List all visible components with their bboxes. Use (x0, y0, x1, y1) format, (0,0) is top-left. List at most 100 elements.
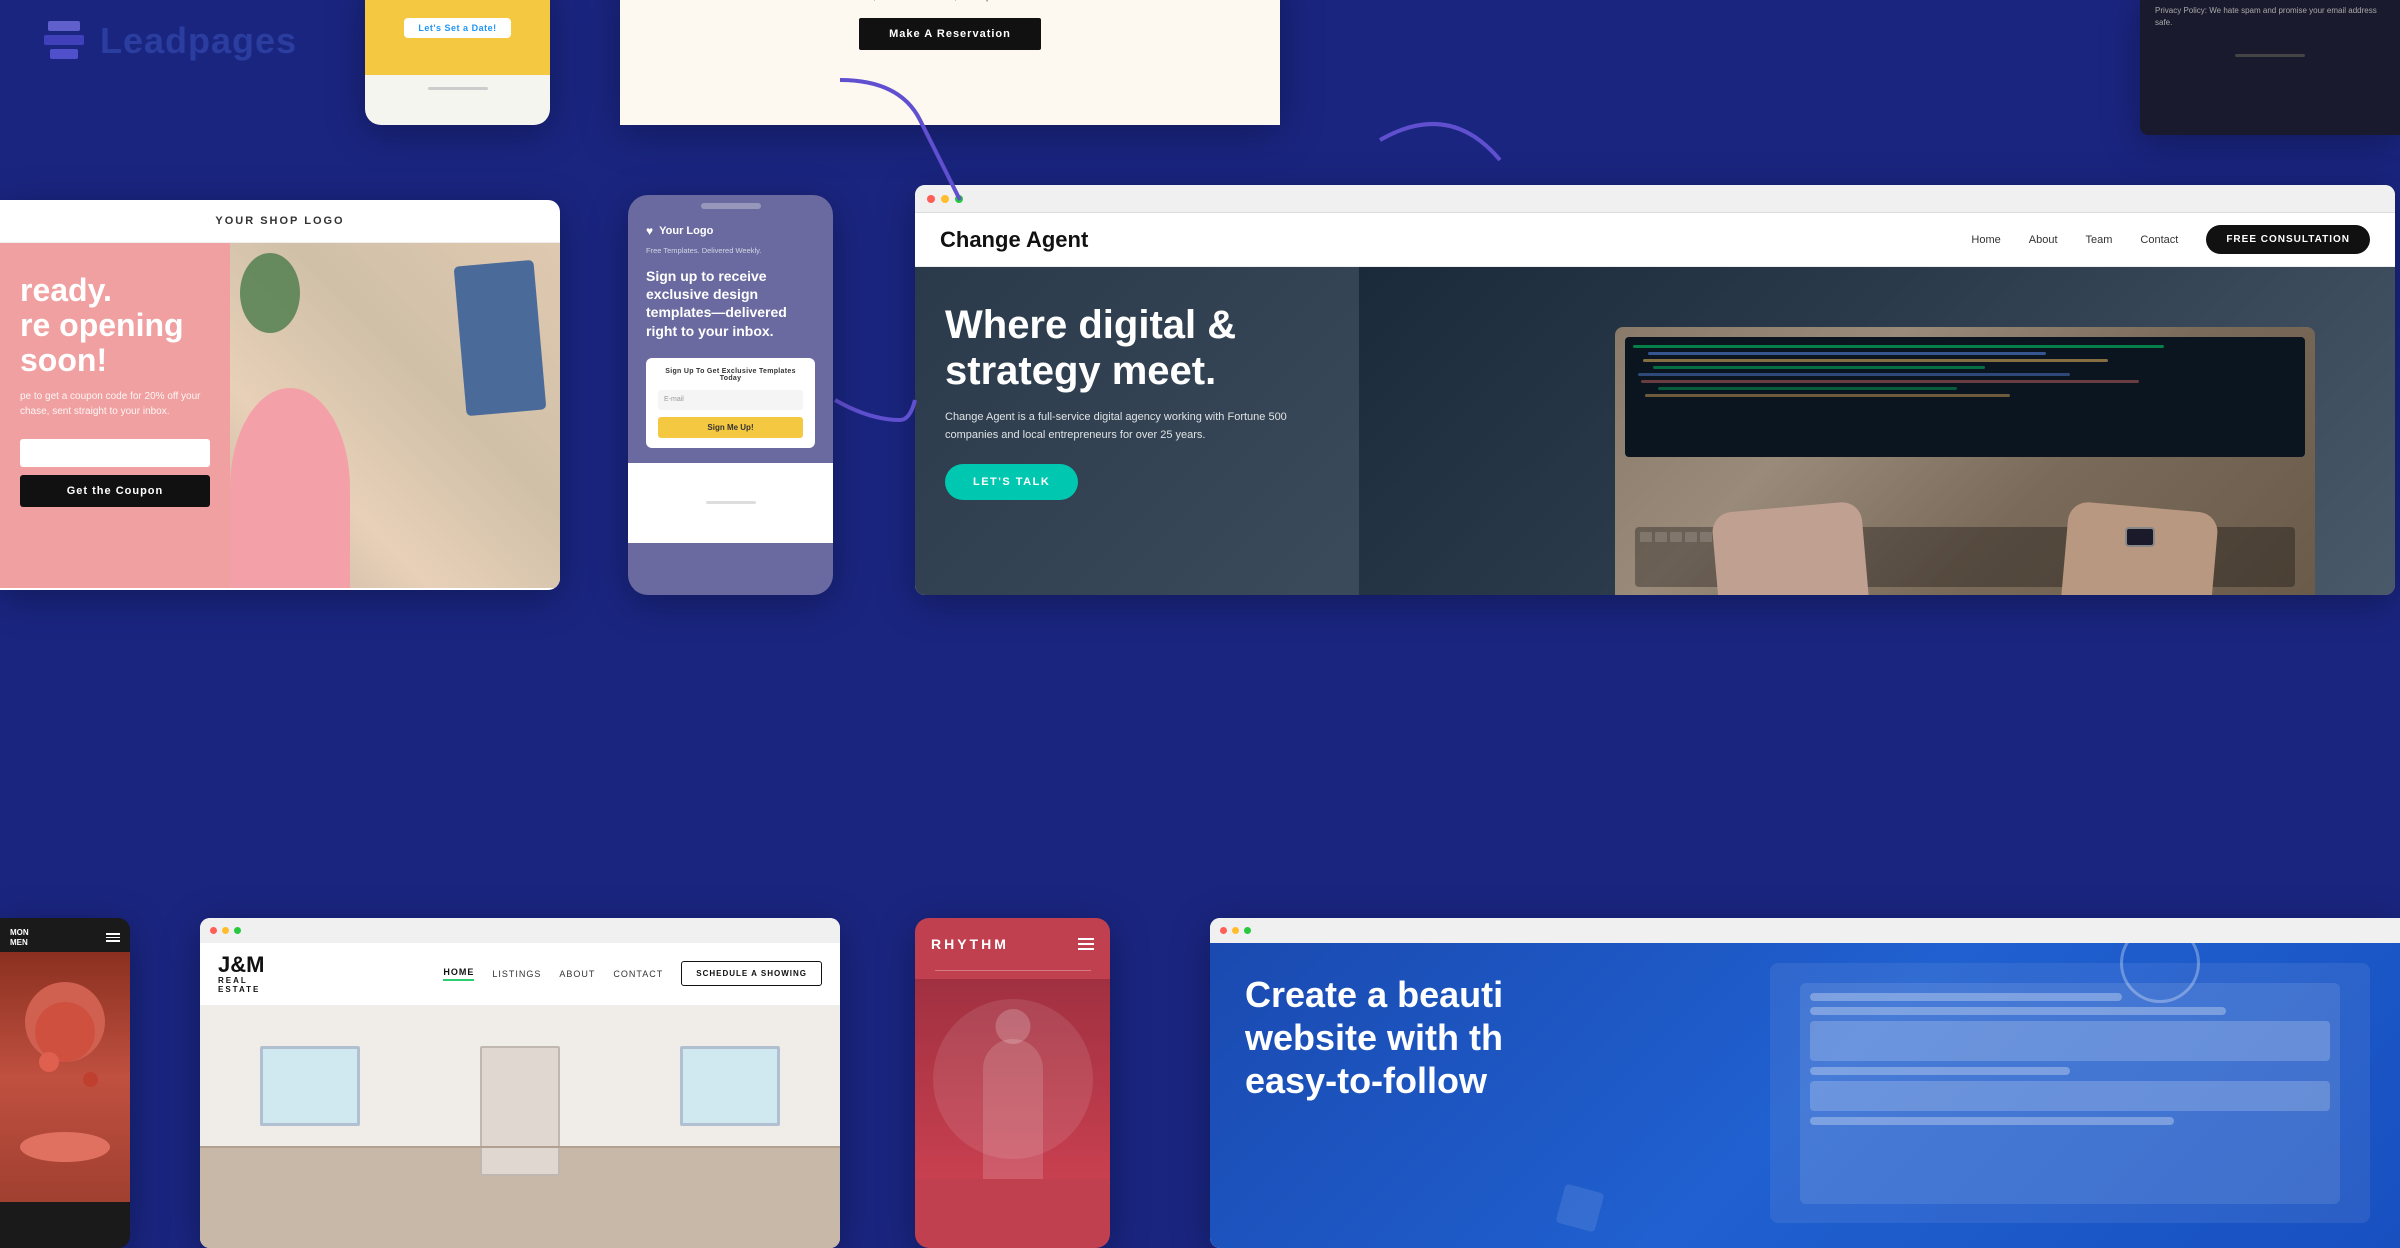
re-nav-home[interactable]: HOME (443, 967, 474, 981)
create-mockup-inner (1800, 983, 2340, 1204)
food-menu-icon[interactable] (106, 933, 120, 942)
shop-card: YOUR SHOP LOGO ready. re opening soon! p… (0, 200, 560, 590)
ca-nav-about[interactable]: About (2029, 234, 2058, 246)
ca-laptop-background (1359, 267, 2395, 595)
ca-consultation-button[interactable]: FREE CONSULTATION (2206, 225, 2370, 254)
ca-lets-talk-button[interactable]: LET'S TALK (945, 464, 1078, 500)
phone-bottom-scroll (706, 501, 756, 504)
reservation-card: 311 JEWELL ROAD, SAINT PAUL, MN | MON - … (620, 0, 1280, 125)
shop-fashion-image (230, 243, 560, 588)
browser-dot-green (955, 195, 963, 203)
create-dot-yellow (1232, 927, 1239, 934)
rhythm-menu-line-3 (1078, 948, 1094, 950)
food-card: MONMEN (0, 918, 130, 1248)
create-browser-bar (1210, 918, 2400, 943)
create-website-card: Create a beauti website with th easy-to-… (1210, 918, 2400, 1248)
create-title-3: easy-to-follow (1245, 1059, 1503, 1102)
get-coupon-button[interactable]: Get the Coupon (20, 475, 210, 507)
re-nav-listings[interactable]: LISTINGS (492, 969, 541, 979)
rhythm-menu-icon[interactable] (1078, 938, 1094, 950)
re-room (200, 1006, 840, 1248)
leadpages-logo-icon (40, 21, 88, 61)
menu-line-3 (106, 940, 120, 942)
mockup-line-4 (1810, 1117, 2174, 1125)
shop-headline: ready. re opening soon! (20, 273, 210, 379)
rhythm-card: RHYTHM (915, 918, 1110, 1248)
ca-nav-links: Home About Team Contact FREE CONSULTATIO… (1971, 225, 2370, 254)
shop-email-input[interactable] (20, 439, 210, 467)
re-dot-red (210, 927, 217, 934)
browser-dot-yellow (941, 195, 949, 203)
shop-headline-1: ready. (20, 273, 210, 308)
create-right-mockup (1770, 963, 2370, 1223)
re-door (480, 1046, 560, 1176)
ca-browser-bar (915, 185, 2395, 213)
phone-logo-row: ♥ Your Logo (628, 224, 833, 246)
re-nav-links: HOME LISTINGS ABOUT CONTACT SCHEDULE A S… (443, 961, 822, 986)
create-dot-green (1244, 927, 1251, 934)
privacy-card: Privacy Policy: We hate spam and promise… (2140, 0, 2400, 135)
rhythm-menu-line-1 (1078, 938, 1094, 940)
mockup-block-1 (1810, 1021, 2330, 1061)
re-hero (200, 1006, 840, 1248)
create-hero-content: Create a beauti website with th easy-to-… (1245, 973, 1503, 1115)
phone-bottom (628, 463, 833, 543)
real-estate-card: J&M REAL ESTATE HOME LISTINGS ABOUT CONT… (200, 918, 840, 1248)
food-header: MONMEN (0, 918, 130, 952)
mockup-block-2 (1810, 1081, 2330, 1111)
phone-notch (701, 203, 761, 209)
phone-signup-title: Sign Up To Get Exclusive Templates Today (658, 368, 803, 382)
re-nav-about[interactable]: ABOUT (559, 969, 595, 979)
rhythm-menu-line-2 (1078, 943, 1094, 945)
mockup-line-3 (1810, 1067, 2070, 1075)
ca-nav: Change Agent Home About Team Contact FRE… (915, 213, 2395, 267)
ca-hero-title: Where digital & strategy meet. (945, 302, 1365, 394)
ca-nav-contact[interactable]: Contact (2140, 234, 2178, 246)
top-phone-button[interactable]: Let's Set a Date! (404, 18, 510, 38)
create-hero: Create a beauti website with th easy-to-… (1210, 943, 2400, 1248)
ca-hero-desc: Change Agent is a full-service digital a… (945, 409, 1295, 444)
ca-hero-content: Where digital & strategy meet. Change Ag… (945, 302, 1365, 500)
food-plate (20, 1132, 110, 1162)
reservation-button[interactable]: Make A Reservation (859, 18, 1041, 50)
phone-headline: Sign up to receive exclusive design temp… (628, 267, 833, 340)
rhythm-divider (935, 970, 1091, 971)
top-phone-yellow-section: Let's Set a Date! (365, 0, 550, 75)
shop-logo: YOUR SHOP LOGO (0, 200, 560, 243)
ca-hero: Where digital & strategy meet. Change Ag… (915, 267, 2395, 595)
ca-nav-team[interactable]: Team (2086, 234, 2113, 246)
shop-image (230, 243, 560, 588)
ca-nav-home[interactable]: Home (1971, 234, 2000, 246)
create-title-2: website with th (1245, 1016, 1503, 1059)
fashion-jeans (454, 260, 547, 416)
re-brand-jm: J&M (218, 952, 264, 977)
phone-scroll-bar (428, 87, 488, 90)
rhythm-header: RHYTHM (915, 918, 1110, 962)
create-dot-red (1220, 927, 1227, 934)
leadpages-logo-text: Leadpages (100, 20, 297, 62)
re-nav: J&M REAL ESTATE HOME LISTINGS ABOUT CONT… (200, 943, 840, 1006)
rhythm-hero-image (915, 979, 1110, 1179)
fashion-leaves (240, 253, 300, 333)
re-brand: J&M REAL ESTATE (218, 953, 264, 995)
menu-line-1 (106, 933, 120, 935)
ca-brand: Change Agent (940, 227, 1088, 253)
mockup-line-2 (1810, 1007, 2226, 1015)
top-phone-card: Let's Set a Date! (365, 0, 550, 125)
shop-headline-2: re opening soon! (20, 308, 210, 378)
menu-line-2 (106, 937, 120, 939)
phone-email-field[interactable]: E-mail (658, 390, 803, 410)
re-nav-contact[interactable]: CONTACT (613, 969, 663, 979)
browser-dot-red (927, 195, 935, 203)
rhythm-brand: RHYTHM (931, 936, 1009, 952)
phone-signup-button[interactable]: Sign Me Up! (658, 417, 803, 438)
food-brand: MONMEN (10, 928, 29, 947)
shop-left-panel: ready. re opening soon! pe to get a coup… (0, 243, 230, 588)
re-brand-estate: ESTATE (218, 986, 264, 995)
phone-email-placeholder: E-mail (664, 396, 684, 403)
phone-signup-box: Sign Up To Get Exclusive Templates Today… (646, 358, 815, 448)
re-browser-bar (200, 918, 840, 943)
phone-center-card: ♥ Your Logo Free Templates. Delivered We… (628, 195, 833, 595)
re-schedule-button[interactable]: SCHEDULE A SHOWING (681, 961, 822, 986)
privacy-scroll (2235, 54, 2305, 57)
